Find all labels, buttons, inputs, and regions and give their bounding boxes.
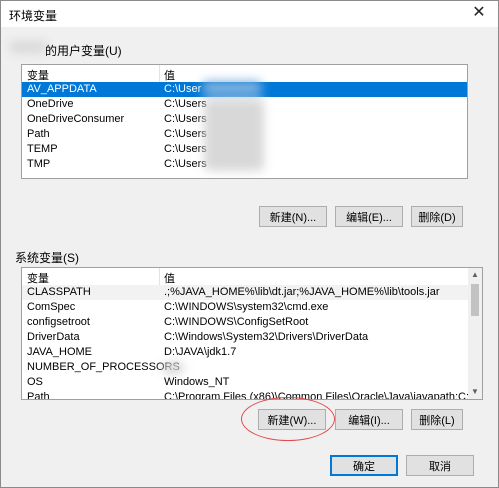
row-value: C:\User <box>164 83 202 95</box>
row-value: C:\Users <box>164 128 207 140</box>
row-value: C:\Users <box>164 113 207 125</box>
row-value: D:\JAVA\jdk1.7 <box>164 346 237 358</box>
row-name: DriverData <box>27 331 80 343</box>
cancel-button[interactable]: 取消 <box>406 455 474 476</box>
ok-button[interactable]: 确定 <box>330 455 398 476</box>
row-name: Path <box>27 391 50 400</box>
table-row[interactable]: OS Windows_NT <box>22 375 468 390</box>
row-name: JAVA_HOME <box>27 346 92 358</box>
scroll-up-icon[interactable]: ▲ <box>468 268 482 282</box>
table-row[interactable]: CLASSPATH .;%JAVA_HOME%\lib\dt.jar;%JAVA… <box>22 285 468 300</box>
column-header-variable[interactable]: 变量 <box>27 270 49 286</box>
column-separator[interactable] <box>159 268 160 286</box>
dialog-title: 环境变量 <box>9 9 58 23</box>
user-variables-list[interactable]: 变量 值 AV_APPDATA C:\User OneDrive C:\User… <box>21 64 468 179</box>
redacted-path <box>202 81 262 95</box>
row-value: Windows_NT <box>164 376 230 388</box>
system-variables-list[interactable]: 变量 值 CLASSPATH .;%JAVA_HOME%\lib\dt.jar;… <box>21 267 483 400</box>
row-value: C:\Program Files (x86)\Common Files\Orac… <box>164 391 483 400</box>
redacted-value <box>162 362 184 374</box>
user-new-button[interactable]: 新建(N)... <box>259 206 327 227</box>
table-row[interactable]: Path C:\Program Files (x86)\Common Files… <box>22 390 482 400</box>
user-variables-label: 的用户变量(U) <box>45 44 122 58</box>
user-delete-button[interactable]: 删除(D) <box>411 206 463 227</box>
row-name: Path <box>27 128 50 140</box>
row-name: TMP <box>27 158 51 170</box>
table-row[interactable]: NUMBER_OF_PROCESSORS <box>22 360 468 375</box>
system-list-scrollbar[interactable]: ▲ ▼ <box>468 268 482 399</box>
column-header-value[interactable]: 值 <box>164 270 175 286</box>
row-value: C:\Windows\System32\Drivers\DriverData <box>164 331 369 343</box>
close-icon[interactable]: ✕ <box>470 4 488 22</box>
system-edit-button[interactable]: 编辑(I)... <box>335 409 403 430</box>
table-row[interactable]: DriverData C:\Windows\System32\Drivers\D… <box>22 330 468 345</box>
environment-variables-dialog: 环境变量 ✕ 的用户变量(U) 变量 值 AV_APPDATA C:\User … <box>0 0 499 488</box>
row-value: C:\Users <box>164 98 207 110</box>
row-name: ComSpec <box>27 301 76 313</box>
scrollbar-thumb[interactable] <box>471 284 479 316</box>
row-name: OneDrive <box>27 98 74 110</box>
redacted-path <box>204 99 264 171</box>
row-value: .;%JAVA_HOME%\lib\dt.jar;%JAVA_HOME%\lib… <box>164 286 440 298</box>
row-name: TEMP <box>27 143 58 155</box>
column-header-variable[interactable]: 变量 <box>27 67 49 83</box>
user-edit-button[interactable]: 编辑(E)... <box>335 206 403 227</box>
system-variables-label: 系统变量(S) <box>15 251 79 265</box>
row-name: configsetroot <box>27 316 90 328</box>
row-value: C:\Users <box>164 143 207 155</box>
row-name: OneDriveConsumer <box>27 113 125 125</box>
column-separator[interactable] <box>159 65 160 83</box>
scroll-down-icon[interactable]: ▼ <box>468 385 482 399</box>
column-header-value[interactable]: 值 <box>164 67 175 83</box>
row-name: CLASSPATH <box>27 286 91 298</box>
highlight-circle <box>241 397 335 441</box>
redacted-username <box>9 41 47 53</box>
table-row[interactable]: ComSpec C:\WINDOWS\system32\cmd.exe <box>22 300 468 315</box>
title-bar: 环境变量 ✕ <box>1 1 498 27</box>
row-value: C:\WINDOWS\system32\cmd.exe <box>164 301 329 313</box>
row-name: AV_APPDATA <box>27 83 97 95</box>
row-value: C:\Users <box>164 158 207 170</box>
row-name: NUMBER_OF_PROCESSORS <box>27 361 180 373</box>
table-row[interactable]: JAVA_HOME D:\JAVA\jdk1.7 <box>22 345 468 360</box>
system-delete-button[interactable]: 删除(L) <box>411 409 463 430</box>
table-row[interactable]: configsetroot C:\WINDOWS\ConfigSetRoot <box>22 315 468 330</box>
row-name: OS <box>27 376 43 388</box>
row-value: C:\WINDOWS\ConfigSetRoot <box>164 316 309 328</box>
